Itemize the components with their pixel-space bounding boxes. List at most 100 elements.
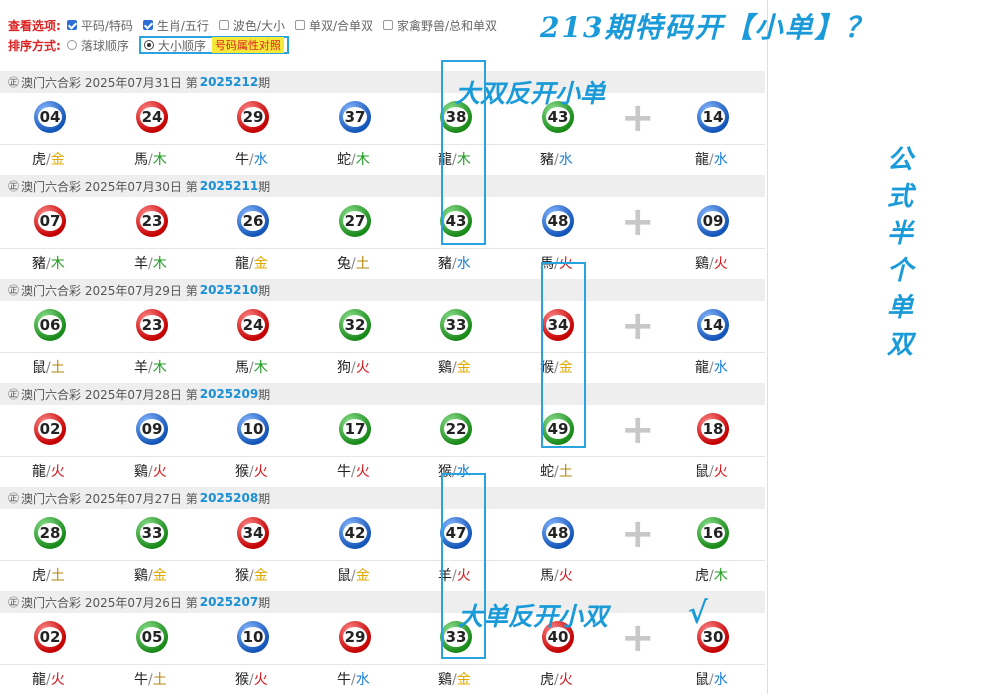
zodiac-element-label: 鷄/金 [134,568,167,584]
zodiac-label: 龍 [695,360,709,376]
stamp-icon: ㊣ [8,596,19,609]
number-ball: 02 [34,621,66,653]
element-label: 金 [456,672,471,688]
zodiac-label: 牛 [337,672,351,688]
zodiac-label: 龍 [32,464,46,480]
plus-icon: + [621,199,655,245]
zodiac-label: 鼠 [695,464,709,480]
draw-header: ㊣澳门六合彩 2025年07月29日 第 2025210 期 [0,279,765,301]
zodiac-label: 鷄 [438,672,452,688]
ball-number: 18 [701,419,725,439]
zodiac-element-label: 牛/水 [337,672,370,688]
ball-number: 48 [546,211,570,231]
element-label: 火 [355,360,370,376]
sort-drop-order[interactable]: 落球顺序 [66,37,129,54]
option-checkbox[interactable] [294,20,305,30]
number-ball: 24 [136,101,168,133]
element-label: 木 [152,360,167,376]
number-ball: 07 [34,205,66,237]
ball-number: 05 [140,627,164,647]
element-label: 火 [558,672,573,688]
vertical-char: 式 [886,182,913,212]
ball-number: 02 [38,419,62,439]
option-checkbox[interactable] [66,20,77,30]
view-options-row: 查看选项: 平码/特码 生肖/五行 波色/大小 单双/合单双 家禽野兽/总和单双 [8,15,507,35]
element-label: 火 [713,464,728,480]
zodiac-element-label: 鼠/金 [337,568,370,584]
ball-number: 09 [701,211,725,231]
draw-title: 澳门六合彩 2025年07月28日 第 [21,387,198,402]
zodiac-element-label: 蛇/木 [337,152,370,168]
option-2[interactable]: 波色/大小 [218,17,285,34]
zodiac-element-label: 鷄/火 [695,256,728,272]
zodiac-label: 龍 [235,256,249,272]
zodiac-element-label: 猴/火 [235,464,268,480]
element-label: 土 [558,464,573,480]
vertical-char: 个 [886,256,913,286]
row-divider [0,248,765,249]
ball-number: 26 [241,211,265,231]
ball-number: 29 [343,627,367,647]
option-4[interactable]: 家禽野兽/总和单双 [383,17,497,34]
option-checkbox[interactable] [218,20,229,30]
zodiac-element-label: 馬/火 [540,568,573,584]
element-label: 水 [558,152,573,168]
view-options-label: 查看选项: [8,18,61,33]
zodiac-label: 豬 [32,256,46,272]
element-label: 土 [152,672,167,688]
stamp-icon: ㊣ [8,492,19,505]
draw-suffix: 期 [258,179,271,194]
element-label: 金 [355,568,370,584]
zodiac-element-label: 鷄/金 [438,672,471,688]
option-3[interactable]: 单双/合单双 [294,17,373,34]
zodiac-element-label: 龍/金 [235,256,268,272]
zodiac-element-label: 猴/金 [235,568,268,584]
number-ball: 27 [339,205,371,237]
zodiac-label: 馬 [540,568,554,584]
element-label: 水 [713,672,728,688]
element-label: 土 [50,360,65,376]
option-checkbox[interactable] [383,20,393,30]
draw-title: 澳门六合彩 2025年07月29日 第 [21,283,198,298]
zodiac-label: 羊 [134,360,148,376]
radio-drop-order[interactable] [66,40,77,50]
draw-issue: 2025209 [199,387,259,401]
plus-icon: + [621,407,655,453]
plus-icon: + [621,303,655,349]
zodiac-element-label: 鼠/火 [695,464,728,480]
zodiac-element-label: 鷄/金 [438,360,471,376]
row-divider [0,560,765,561]
ball-number: 16 [701,523,725,543]
number-ball: 34 [237,517,269,549]
zodiac-label: 蛇 [540,464,554,480]
element-label: 火 [253,672,268,688]
zodiac-label: 馬 [134,152,148,168]
zodiac-label: 牛 [134,672,148,688]
option-checkbox[interactable] [142,20,153,30]
ball-number: 14 [701,107,725,127]
number-attribute-button[interactable]: 号码属性对照 [211,37,284,53]
number-ball: 33 [136,517,168,549]
vertical-char: 公 [886,145,913,175]
special-number-ball: 09 [697,205,729,237]
plus-icon: + [621,511,655,557]
zodiac-element-label: 狗/火 [337,360,370,376]
draw-suffix: 期 [258,387,271,402]
radio-size-order[interactable] [143,40,154,50]
number-ball: 26 [237,205,269,237]
zodiac-element-label: 馬/木 [134,152,167,168]
option-1[interactable]: 生肖/五行 [142,17,209,34]
zodiac-label: 虎 [32,152,46,168]
zodiac-label: 豬 [540,152,554,168]
option-0[interactable]: 平码/特码 [66,17,133,34]
row-divider [0,664,765,665]
element-label: 水 [713,152,728,168]
results-panel: 查看选项: 平码/特码 生肖/五行 波色/大小 单双/合单双 家禽野兽/总和单双 排序方… [0,0,768,694]
draw-header: ㊣澳门六合彩 2025年07月26日 第 2025207 期 [0,591,765,613]
element-label: 木 [713,568,728,584]
number-ball: 48 [542,517,574,549]
zodiac-element-label: 鼠/水 [695,672,728,688]
element-label: 木 [355,152,370,168]
sort-size-order[interactable]: 大小顺序 号码属性对照 [138,36,289,54]
ball-number: 48 [546,523,570,543]
